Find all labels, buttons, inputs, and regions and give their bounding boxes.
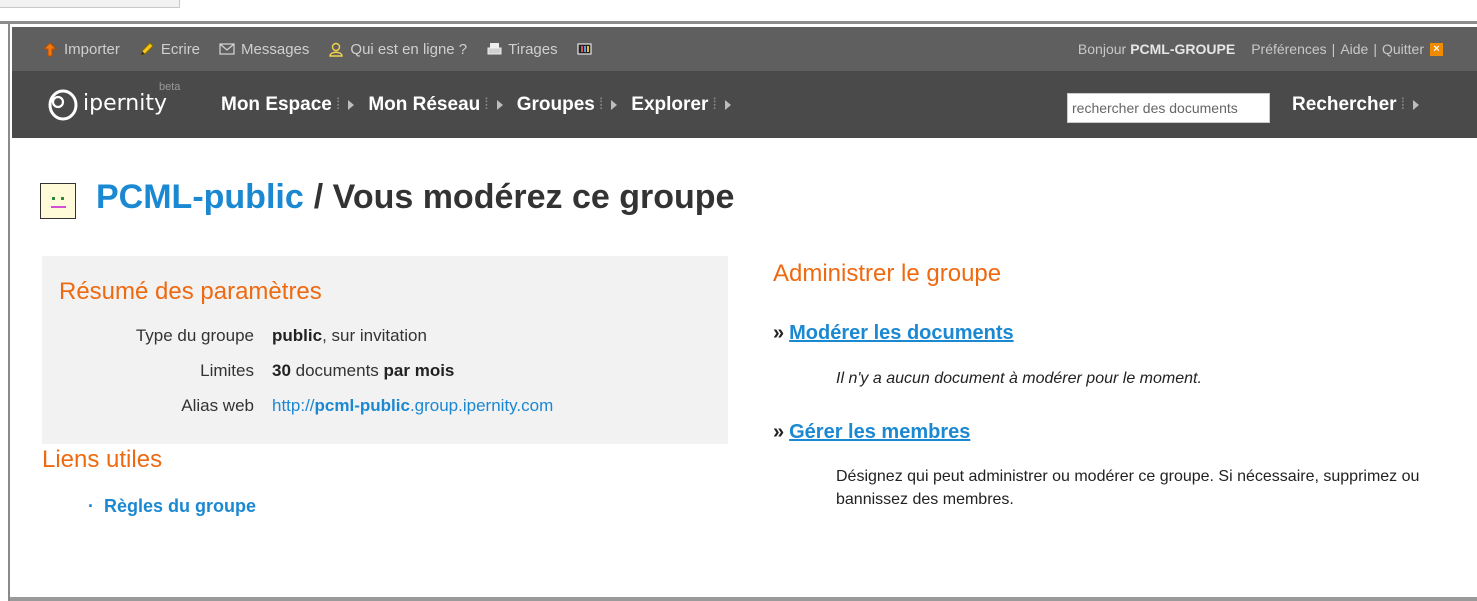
search-button[interactable]: Rechercher ⁞ xyxy=(1292,71,1420,138)
username: PCML-GROUPE xyxy=(1130,41,1236,57)
nav-label: Mon Réseau xyxy=(368,93,481,115)
raquo-marker: » xyxy=(773,322,785,344)
import-link[interactable]: Importer xyxy=(42,41,120,58)
nav-item-my-space[interactable]: Mon Espace ⁞ xyxy=(221,93,355,116)
web-alias-link[interactable]: http://pcml-public.group.ipernity.com xyxy=(272,396,553,415)
submenu-arrow-icon[interactable] xyxy=(1413,99,1420,110)
settings-heading: Résumé des paramètres xyxy=(59,278,322,305)
upload-arrow-icon xyxy=(42,41,58,57)
setting-row-web-alias: Alias web http://pcml-public.group.ipern… xyxy=(42,396,553,416)
dotted-separator: ⁞ xyxy=(335,95,341,113)
dotted-separator: ⁞ xyxy=(598,95,604,113)
raquo-marker: » xyxy=(773,421,785,443)
nav-label: Mon Espace xyxy=(221,93,332,115)
group-name-link[interactable]: PCML-public xyxy=(96,178,304,217)
window-left-frame xyxy=(0,24,10,601)
logo-text: ipernity xyxy=(83,90,167,116)
setting-row-limits: Limites 30 documents par mois xyxy=(42,361,454,381)
admin-heading: Administrer le groupe xyxy=(773,260,1002,287)
nav-item-my-network[interactable]: Mon Réseau ⁞ xyxy=(368,93,503,116)
quit-link[interactable]: Quitter xyxy=(1382,41,1424,57)
moderate-documents-link[interactable]: Modérer les documents xyxy=(789,322,1014,345)
moderate-documents-action: » Modérer les documents xyxy=(773,322,1014,345)
write-label: Ecrire xyxy=(160,40,201,58)
pencil-icon xyxy=(139,41,155,57)
messages-label: Messages xyxy=(241,40,310,58)
who-is-online-link[interactable]: Qui est en ligne ? xyxy=(328,41,467,58)
list-bullet: · xyxy=(88,496,94,516)
manage-members-description: Désignez qui peut administrer ou modérer… xyxy=(836,468,1420,508)
envelope-icon xyxy=(219,41,235,57)
group-rules-link[interactable]: Règles du groupe xyxy=(104,496,256,516)
setting-row-type: Type du groupe public, sur invitation xyxy=(42,326,427,346)
dotted-separator: ⁞ xyxy=(712,95,717,113)
nav-label: Explorer xyxy=(631,93,709,115)
nav-label: Groupes xyxy=(516,93,595,115)
user-icon xyxy=(328,41,344,57)
nav-item-explore[interactable]: Explorer ⁞ xyxy=(631,94,731,116)
setting-label: Alias web xyxy=(181,396,254,415)
prints-link[interactable]: Tirages xyxy=(486,40,558,58)
printer-icon xyxy=(486,41,502,57)
setting-value: public, sur invitation xyxy=(272,326,427,345)
separator: | xyxy=(1373,41,1377,57)
useful-links-list: · Règles du groupe xyxy=(88,496,256,517)
page-title: PCML-public / Vous modérez ce groupe xyxy=(40,172,734,222)
manage-members-action: » Gérer les membres xyxy=(773,421,970,444)
submenu-arrow-icon[interactable] xyxy=(611,99,618,110)
window-bottom-frame xyxy=(10,597,1477,601)
submenu-arrow-icon[interactable] xyxy=(724,99,731,110)
import-label: Importer xyxy=(64,40,120,58)
submenu-arrow-icon[interactable] xyxy=(348,99,355,110)
useful-links-heading: Liens utiles xyxy=(42,446,163,473)
who-is-online-label: Qui est en ligne ? xyxy=(350,40,468,58)
moderate-documents-description: Il n'y a aucun document à modérer pour l… xyxy=(836,370,1202,387)
separator: | xyxy=(1331,41,1336,57)
nav-menu: Mon Espace ⁞ Mon Réseau ⁞ Groupes ⁞ Expl… xyxy=(221,71,745,138)
prints-label: Tirages xyxy=(508,40,558,58)
ipernity-logo[interactable]: ipernity beta xyxy=(45,81,180,123)
settings-summary-panel: Résumé des paramètres Type du groupe pub… xyxy=(42,256,728,444)
preferences-link[interactable]: Préférences xyxy=(1251,41,1326,57)
logo-mark-icon xyxy=(48,89,78,121)
main-navigation-bar: ipernity beta Mon Espace ⁞ Mon Réseau ⁞ … xyxy=(12,71,1477,138)
account-links: Bonjour PCML-GROUPE Préférences | Aide |… xyxy=(1078,27,1443,71)
setting-value: 30 documents par mois xyxy=(272,361,455,380)
submenu-arrow-icon[interactable] xyxy=(496,99,503,110)
slideshow-link[interactable] xyxy=(577,41,599,57)
top-utility-menu: Importer Ecrire Messages Qui est en lign… xyxy=(12,41,618,58)
setting-label: Type du groupe xyxy=(135,326,254,345)
manage-members-link[interactable]: Gérer les membres xyxy=(789,421,970,444)
top-utility-bar: Importer Ecrire Messages Qui est en lign… xyxy=(12,27,1477,71)
help-link[interactable]: Aide xyxy=(1340,41,1368,57)
title-suffix: / Vous modérez ce groupe xyxy=(313,177,735,216)
nav-item-groups[interactable]: Groupes ⁞ xyxy=(517,94,618,116)
dotted-separator: ⁞ xyxy=(1400,95,1406,113)
setting-label: Limites xyxy=(200,361,254,380)
dotted-separator: ⁞ xyxy=(484,95,489,113)
browser-tab-stub xyxy=(0,0,180,8)
window-top-frame xyxy=(0,0,1477,24)
beta-badge: beta xyxy=(159,81,181,93)
film-icon xyxy=(577,41,593,57)
close-icon[interactable]: × xyxy=(1430,42,1443,56)
search-input[interactable]: rechercher des documents xyxy=(1067,93,1270,123)
setting-value: http://pcml-public.group.ipernity.com xyxy=(272,396,553,416)
messages-link[interactable]: Messages xyxy=(219,41,309,58)
search-button-label: Rechercher xyxy=(1292,93,1397,115)
write-link[interactable]: Ecrire xyxy=(139,41,200,58)
group-avatar-icon[interactable] xyxy=(40,183,76,219)
greeting-text: Bonjour xyxy=(1077,41,1127,57)
